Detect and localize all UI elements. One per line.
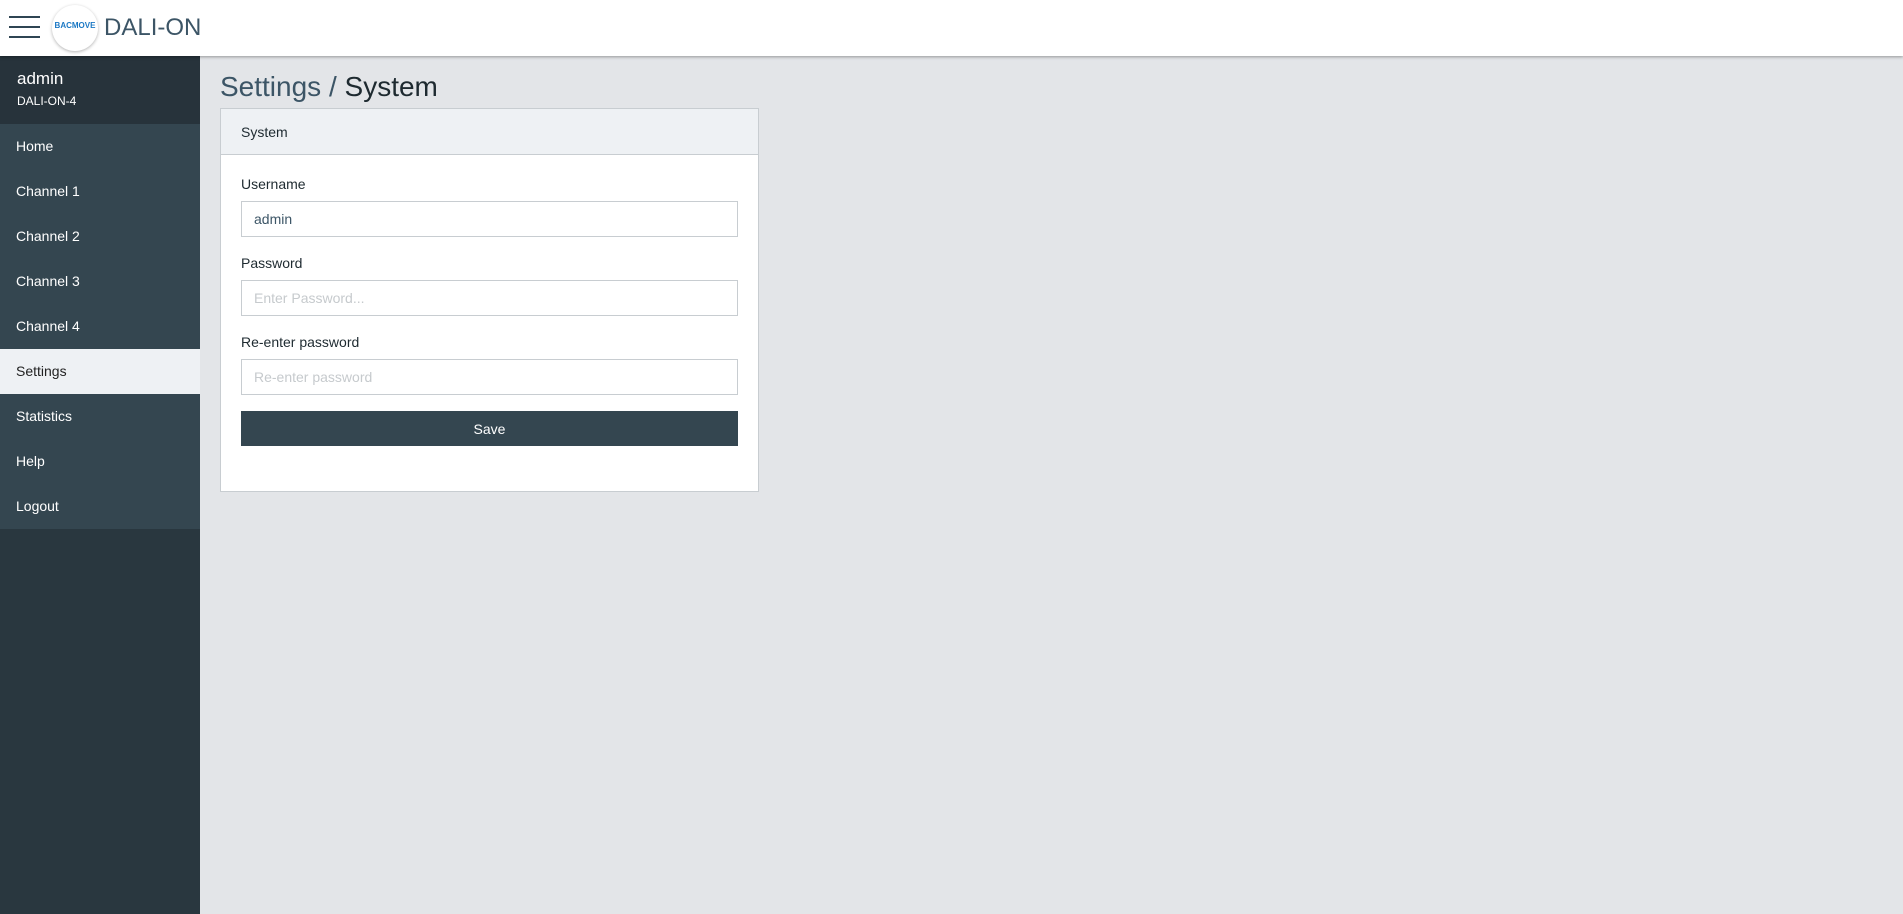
username-input[interactable] bbox=[241, 201, 738, 237]
user-name: admin bbox=[17, 69, 64, 88]
password-input[interactable] bbox=[241, 280, 738, 316]
logo-text: BACMOVE bbox=[54, 20, 96, 30]
system-card: System Username Password Re-enter passwo… bbox=[220, 108, 759, 492]
app-title: DALI-ON bbox=[104, 14, 202, 41]
sidebar-item-statistics[interactable]: Statistics bbox=[0, 394, 200, 439]
card-body: Username Password Re-enter password Save bbox=[221, 155, 758, 446]
reenter-password-label: Re-enter password bbox=[241, 334, 360, 350]
sidebar-item-home[interactable]: Home bbox=[0, 124, 200, 169]
sidebar-item-settings[interactable]: Settings bbox=[0, 349, 200, 394]
breadcrumb-current: System bbox=[344, 71, 438, 102]
reenter-password-input[interactable] bbox=[241, 359, 738, 395]
sidebar-item-channel-1[interactable]: Channel 1 bbox=[0, 169, 200, 214]
breadcrumb-separator: / bbox=[321, 71, 345, 102]
page-title: Settings / System bbox=[220, 71, 438, 103]
sidebar-item-channel-4[interactable]: Channel 4 bbox=[0, 304, 200, 349]
top-bar: BACMOVE DALI-ON bbox=[0, 0, 1903, 56]
menu-icon[interactable] bbox=[9, 16, 40, 38]
sidebar-item-help[interactable]: Help bbox=[0, 439, 200, 484]
sidebar-nav: Home Channel 1 Channel 2 Channel 3 Chann… bbox=[0, 124, 200, 529]
bacmove-logo: BACMOVE bbox=[52, 5, 98, 51]
card-title: System bbox=[221, 109, 758, 155]
sidebar-item-channel-2[interactable]: Channel 2 bbox=[0, 214, 200, 259]
sidebar-item-channel-3[interactable]: Channel 3 bbox=[0, 259, 200, 304]
device-name: DALI-ON-4 bbox=[17, 94, 77, 108]
username-label: Username bbox=[241, 176, 306, 192]
save-button[interactable]: Save bbox=[241, 411, 738, 446]
sidebar: admin DALI-ON-4 Home Channel 1 Channel 2… bbox=[0, 56, 200, 914]
password-label: Password bbox=[241, 255, 303, 271]
breadcrumb-section: Settings bbox=[220, 71, 322, 102]
sidebar-item-logout[interactable]: Logout bbox=[0, 484, 200, 529]
user-block: admin DALI-ON-4 bbox=[0, 56, 200, 124]
